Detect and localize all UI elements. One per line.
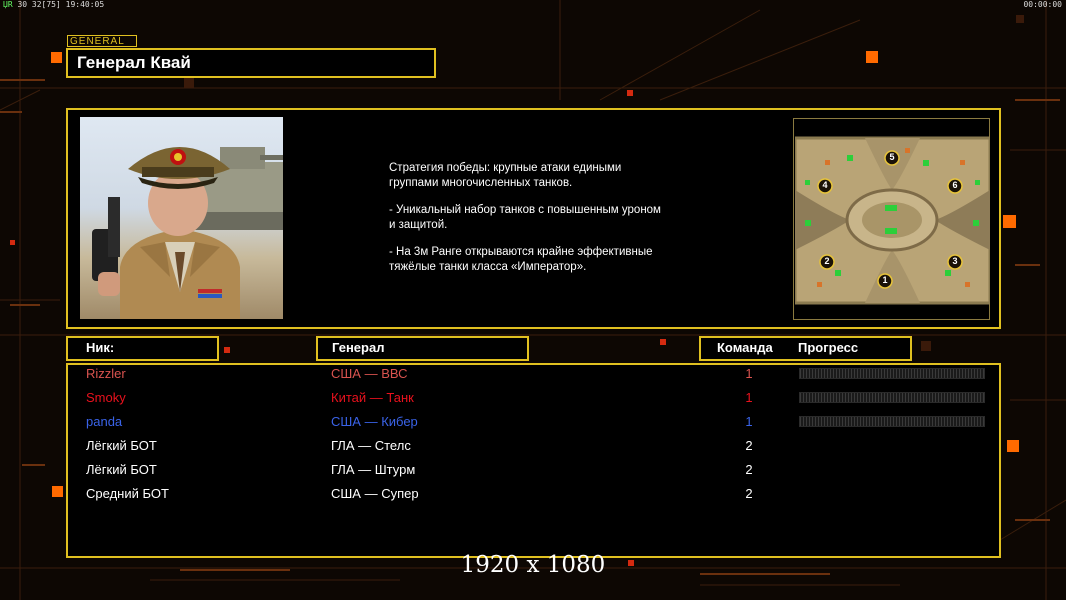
player-nick: panda — [86, 414, 123, 429]
player-general: США — Кибер — [331, 414, 418, 429]
player-team: 2 — [745, 462, 753, 477]
player-general: ГЛА — Штурм — [331, 462, 416, 477]
player-general: США — ВВС — [331, 366, 408, 381]
general-tag: GENERAL — [67, 35, 137, 47]
fps-text: 30 32[75] 19:40:05 — [17, 0, 105, 9]
header-team-progress: Команда Прогресс — [699, 336, 912, 361]
player-nick: Лёгкий БОТ — [86, 438, 157, 453]
player-general: ГЛА — Стелс — [331, 438, 411, 453]
player-nick: Средний БОТ — [86, 486, 169, 501]
player-team: 1 — [745, 366, 753, 381]
strategy-line-1: Стратегия победы: крупные атаки едиными … — [389, 162, 622, 189]
player-team: 1 — [745, 414, 753, 429]
fps-counter: ЏR 30 32[75] 19:40:05 — [3, 0, 104, 9]
player-row: Rizzler США — ВВС 1 — [0, 364, 1066, 388]
minimap-slot-6: 6 — [952, 180, 958, 190]
player-team: 2 — [745, 438, 753, 453]
game-timer: 00:00:00 — [1023, 0, 1062, 9]
header-progress: Прогресс — [798, 340, 859, 355]
player-row: panda США — Кибер 1 — [0, 412, 1066, 436]
player-nick: Лёгкий БОТ — [86, 462, 157, 477]
player-row: Лёгкий БОТ ГЛА — Штурм 2 — [0, 460, 1066, 484]
header-team: Команда — [717, 340, 773, 355]
player-nick: Rizzler — [86, 366, 126, 381]
player-team: 1 — [745, 390, 753, 405]
minimap[interactable]: 5 4 6 2 3 1 — [793, 118, 990, 320]
strategy-line-2: - Уникальный набор танков с повышенным у… — [389, 204, 661, 231]
strategy-description: Стратегия победы: крупные атаки едиными … — [389, 161, 749, 287]
minimap-slot-5: 5 — [889, 152, 895, 162]
player-row: Средний БОТ США — Супер 2 — [0, 484, 1066, 508]
player-progress-bar — [799, 368, 985, 379]
player-team: 2 — [745, 486, 753, 501]
player-general: США — Супер — [331, 486, 419, 501]
header-general: Генерал — [316, 336, 529, 361]
general-portrait — [80, 117, 283, 319]
player-nick: Smoky — [86, 390, 126, 405]
minimap-slot-1: 1 — [882, 275, 888, 285]
resolution-label: 1920 x 1080 — [460, 552, 606, 578]
header-nick: Ник: — [66, 336, 219, 361]
player-row: Smoky Китай — Танк 1 — [0, 388, 1066, 412]
player-progress-bar — [799, 416, 985, 427]
player-general: Китай — Танк — [331, 390, 414, 405]
strategy-line-3: - На 3м Ранге открываются крайне эффекти… — [389, 246, 653, 273]
minimap-slot-4: 4 — [822, 180, 828, 190]
player-row: Лёгкий БОТ ГЛА — Стелс 2 — [0, 436, 1066, 460]
fps-prefix: ЏR — [3, 0, 13, 9]
player-progress-bar — [799, 392, 985, 403]
minimap-slot-3: 3 — [952, 256, 958, 266]
minimap-slot-2: 2 — [824, 256, 830, 266]
general-name-title: Генерал Квай — [66, 48, 436, 78]
